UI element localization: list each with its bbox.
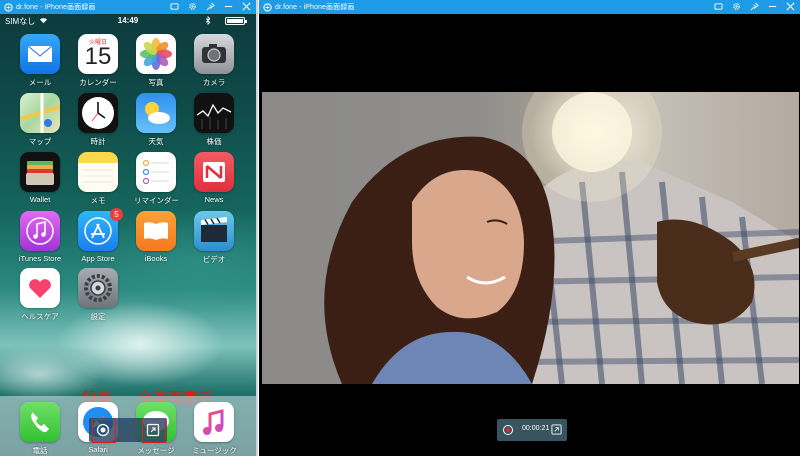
phone-icon <box>20 402 60 442</box>
app-phone[interactable]: 電話 <box>18 402 62 456</box>
notification-badge: 5 <box>110 208 123 221</box>
app-music[interactable]: ミュージック <box>192 402 237 456</box>
app-app-store[interactable]: 5 App Store <box>76 208 123 263</box>
close-icon[interactable] <box>785 1 796 12</box>
right-window: dr.fone - iPhone画面録画 00:00:21 <box>259 0 800 456</box>
app-settings[interactable]: 設定 <box>76 268 120 322</box>
calendar-day: 15 <box>84 43 112 70</box>
app-health[interactable]: ヘルスケア <box>18 268 62 322</box>
ibooks-icon <box>136 211 176 251</box>
fullscreen-icon[interactable] <box>551 424 562 435</box>
notes-icon <box>78 152 118 192</box>
app-camera[interactable]: カメラ <box>192 34 236 88</box>
wallet-icon <box>20 152 60 192</box>
stop-record-button[interactable] <box>503 425 513 435</box>
app-label: Safari <box>88 445 108 454</box>
iphone-screen: SIMなし 14:49 メール 火曜日 15 カレンダー 写真 カメラ マップ … <box>0 14 256 456</box>
app-clock[interactable]: 時計 <box>76 93 120 147</box>
right-titlebar[interactable]: dr.fone - iPhone画面録画 <box>259 0 800 14</box>
app-label: メモ <box>90 196 106 205</box>
app-label: メッセージ <box>137 446 175 455</box>
recording-timer: 00:00:21 <box>522 425 550 432</box>
app-label: 電話 <box>32 446 48 455</box>
app-label: リマインダー <box>134 196 179 205</box>
videos-icon <box>194 211 234 251</box>
app-label: ヘルスケア <box>21 312 59 321</box>
pin-icon[interactable] <box>205 1 216 12</box>
stocks-icon <box>194 93 234 133</box>
left-window: dr.fone - iPhone画面録画 SIMなし 14:49 メール 火曜日 <box>0 0 258 456</box>
cast-icon[interactable] <box>713 1 724 12</box>
maps-icon <box>20 93 60 133</box>
health-icon <box>20 268 60 308</box>
app-label: App Store <box>81 254 115 263</box>
app-label: iTunes Store <box>18 254 62 263</box>
video-scene-image <box>324 92 799 384</box>
pin-icon[interactable] <box>749 1 760 12</box>
drfone-logo-icon <box>4 2 13 12</box>
cast-icon[interactable] <box>169 1 180 12</box>
app-mail[interactable]: メール <box>18 34 62 88</box>
app-label: Wallet <box>29 195 51 204</box>
mail-icon <box>20 34 60 74</box>
music-icon <box>194 402 234 442</box>
minimize-icon[interactable] <box>223 1 234 12</box>
app-maps[interactable]: マップ <box>18 93 62 147</box>
app-wallet[interactable]: Wallet <box>18 152 62 204</box>
app-label: News <box>204 195 224 204</box>
app-photos[interactable]: 写真 <box>134 34 178 88</box>
right-window-title: dr.fone - iPhone画面録画 <box>275 4 355 11</box>
app-ibooks[interactable]: iBooks <box>134 211 178 263</box>
drfone-logo-icon <box>263 2 272 12</box>
app-label: 設定 <box>90 312 106 321</box>
settings-icon <box>78 268 118 308</box>
app-label: ミュージック <box>192 446 237 455</box>
ios-status-bar: SIMなし 14:49 <box>0 14 256 28</box>
news-icon <box>194 152 234 192</box>
app-label: 天気 <box>148 137 164 146</box>
app-news[interactable]: News <box>192 152 236 204</box>
camera-icon <box>194 34 234 74</box>
app-weather[interactable]: 天気 <box>134 93 178 147</box>
app-itunes-store[interactable]: iTunes Store <box>18 211 62 263</box>
close-icon[interactable] <box>241 1 252 12</box>
mirrored-video-frame <box>262 92 799 384</box>
app-label: 写真 <box>148 78 164 87</box>
left-titlebar[interactable]: dr.fone - iPhone画面録画 <box>0 0 256 14</box>
app-label: 時計 <box>90 137 106 146</box>
app-label: メール <box>28 78 52 87</box>
gear-icon[interactable] <box>187 1 198 12</box>
app-calendar[interactable]: 火曜日 15 カレンダー <box>76 34 120 88</box>
app-notes[interactable]: メモ <box>76 152 120 206</box>
app-label: 株価 <box>206 137 222 146</box>
clock-time: 14:49 <box>117 16 139 25</box>
recording-control-bar: 00:00:21 <box>497 419 567 441</box>
weather-icon <box>136 93 176 133</box>
fullscreen-annotation-box <box>142 419 166 443</box>
reminders-icon <box>136 152 176 192</box>
app-label: マップ <box>28 137 52 146</box>
app-label: ビデオ <box>202 255 226 264</box>
app-stocks[interactable]: 株価 <box>192 93 236 147</box>
left-window-title: dr.fone - iPhone画面録画 <box>16 4 96 11</box>
calendar-icon: 火曜日 15 <box>78 34 118 74</box>
app-label: カメラ <box>202 78 226 87</box>
app-label: iBooks <box>144 254 168 263</box>
app-label: カレンダー <box>79 78 117 87</box>
app-reminders[interactable]: リマインダー <box>134 152 179 206</box>
record-annotation-box <box>92 419 116 443</box>
photos-icon <box>136 34 176 74</box>
app-videos[interactable]: ビデオ <box>192 211 236 265</box>
battery-icon <box>225 17 247 25</box>
clock-icon <box>78 93 118 133</box>
minimize-icon[interactable] <box>767 1 778 12</box>
gear-icon[interactable] <box>731 1 742 12</box>
bluetooth-icon <box>205 16 211 25</box>
itunes-store-icon <box>20 211 60 251</box>
